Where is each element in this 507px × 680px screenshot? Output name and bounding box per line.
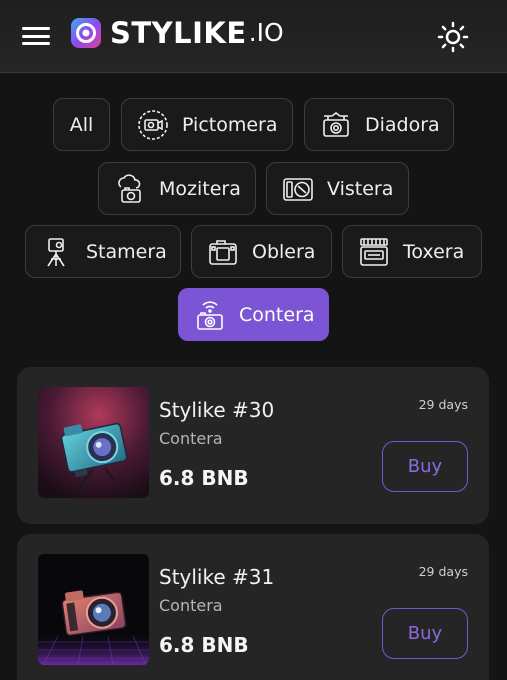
- app-header: STYLIKE .IO: [0, 0, 507, 73]
- stamera-icon: [47, 237, 65, 266]
- nft-category: Contera: [159, 596, 223, 615]
- filter-chip-oblera[interactable]: Oblera: [191, 225, 332, 278]
- filter-label: Toxera: [403, 240, 465, 263]
- nft-price: 6.8 BNB: [159, 633, 249, 657]
- buy-button[interactable]: Buy: [382, 608, 468, 659]
- buy-button[interactable]: Buy: [382, 441, 468, 492]
- time-remaining: 29 days: [418, 564, 468, 579]
- camera-nft-image: [38, 387, 149, 498]
- nft-category: Contera: [159, 429, 223, 448]
- filter-label: Stamera: [86, 240, 167, 263]
- sun-icon[interactable]: [437, 21, 469, 53]
- filter-chip-vistera[interactable]: Vistera: [266, 162, 409, 215]
- filter-label: Contera: [239, 303, 315, 326]
- filter-label: Pictomera: [182, 113, 278, 136]
- vistera-icon: [283, 177, 313, 201]
- filter-label: Oblera: [252, 240, 316, 263]
- nft-title: Stylike #30: [159, 398, 275, 422]
- diadora-icon: [323, 111, 349, 137]
- filter-chip-pictomera[interactable]: Pictomera: [121, 98, 293, 151]
- nft-thumbnail[interactable]: [38, 387, 149, 498]
- nft-thumbnail[interactable]: [38, 554, 149, 665]
- nft-title: Stylike #31: [159, 565, 275, 589]
- nft-price: 6.8 BNB: [159, 466, 249, 490]
- time-remaining: 29 days: [418, 397, 468, 412]
- filter-chip-toxera[interactable]: Toxera: [342, 225, 482, 278]
- filter-label: Diadora: [365, 113, 440, 136]
- filter-chip-all[interactable]: All: [53, 98, 110, 151]
- filter-label: All: [69, 113, 94, 136]
- brand-name: STYLIKE: [110, 16, 247, 50]
- filter-chip-stamera[interactable]: Stamera: [25, 225, 181, 278]
- stylike-logo-icon: [71, 18, 101, 48]
- oblera-icon: [209, 239, 237, 265]
- hamburger-menu-icon[interactable]: [22, 25, 50, 47]
- nft-card[interactable]: Stylike #30 Contera 6.8 BNB 29 days Buy: [17, 367, 489, 524]
- toxera-icon: [360, 237, 388, 266]
- filter-label: Mozitera: [159, 177, 241, 200]
- filter-chip-contera[interactable]: Contera: [178, 288, 329, 341]
- filter-chip-diadora[interactable]: Diadora: [304, 98, 454, 151]
- filter-label: Vistera: [327, 177, 394, 200]
- filter-chip-mozitera[interactable]: Mozitera: [98, 162, 256, 215]
- nft-card[interactable]: Stylike #31 Contera 6.8 BNB 29 days Buy: [17, 534, 489, 680]
- brand-suffix: .IO: [248, 18, 284, 47]
- camera-nft-image: [38, 554, 149, 665]
- pictomera-icon: [138, 109, 168, 140]
- contera-icon: [197, 300, 223, 330]
- brand-logo[interactable]: STYLIKE .IO: [70, 17, 284, 49]
- mozitera-icon: [118, 173, 141, 203]
